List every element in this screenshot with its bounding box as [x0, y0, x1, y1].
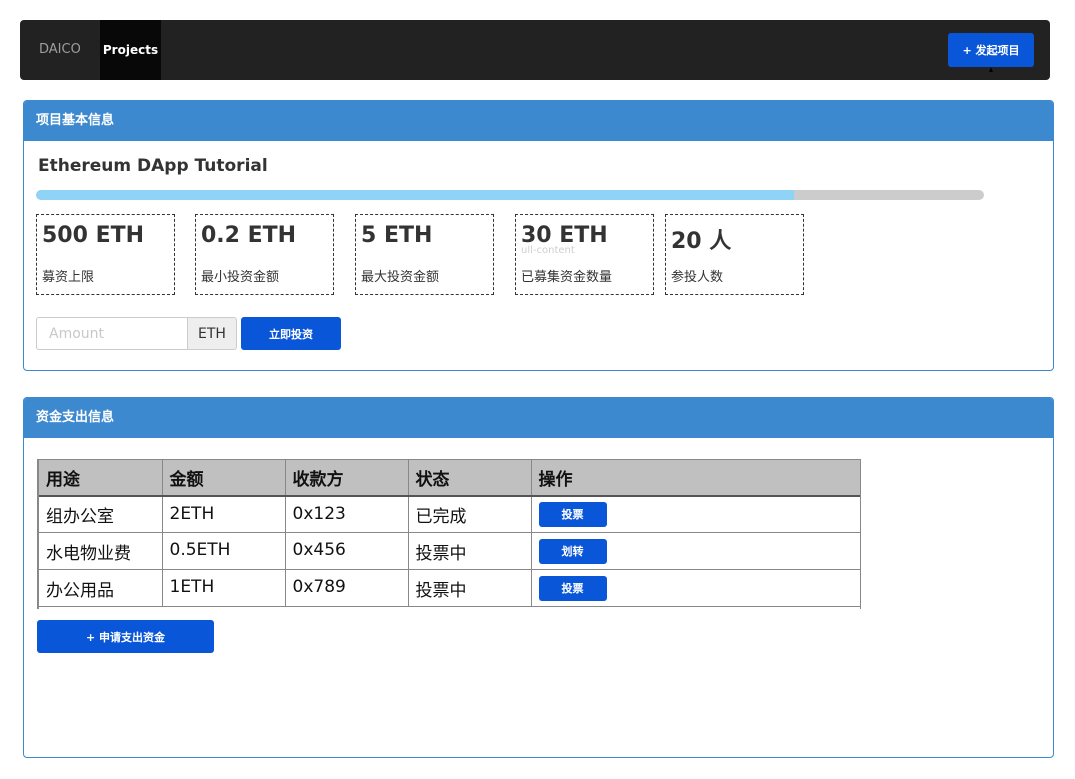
invest-now-button[interactable]: 立即投资 [241, 317, 341, 350]
amount-input[interactable] [36, 317, 187, 350]
cell-status: 投票中 [408, 532, 532, 570]
cell-action: 投票 [531, 495, 860, 533]
column-header-action: 操作 [531, 459, 860, 497]
table-header-row: 用途 金额 收款方 状态 操作 [39, 459, 860, 497]
project-info-heading: 项目基本信息 [24, 101, 1053, 141]
spending-table-wrapper: 用途 金额 收款方 状态 操作 组办公室 2ETH 0x123 已完成 投票 水… [37, 459, 861, 609]
vote-button[interactable]: 投票 [538, 575, 607, 601]
column-header-purpose: 用途 [39, 459, 163, 497]
cell-purpose: 组办公室 [39, 495, 163, 533]
vote-button[interactable]: 投票 [538, 501, 607, 527]
stat-min-investment: 0.2 ETH 最小投资金额 [195, 214, 334, 295]
table-row: 办公用品 1ETH 0x789 投票中 投票 [39, 569, 860, 607]
spending-table: 用途 金额 收款方 状态 操作 组办公室 2ETH 0x123 已完成 投票 水… [39, 459, 860, 607]
column-header-amount: 金额 [162, 459, 286, 497]
cell-status: 投票中 [408, 569, 532, 607]
amount-unit-addon: ETH [187, 317, 237, 350]
brand-link[interactable]: DAICO [39, 42, 81, 57]
table-row: 水电物业费 0.5ETH 0x456 投票中 划转 [39, 532, 860, 570]
cell-amount: 1ETH [162, 569, 286, 607]
table-row: 组办公室 2ETH 0x123 已完成 投票 [39, 495, 860, 533]
stat-label: 最小投资金额 [201, 270, 280, 285]
apply-spending-button[interactable]: + 申请支出资金 [37, 620, 214, 653]
stat-raised-amount: 30 ETH ull-content 已募集资金数量 [515, 214, 654, 295]
cell-amount: 2ETH [162, 495, 286, 533]
column-header-payee: 收款方 [285, 459, 409, 497]
cell-action: 划转 [531, 532, 860, 570]
cell-purpose: 办公用品 [39, 569, 163, 607]
spending-info-heading: 资金支出信息 [24, 398, 1053, 438]
transfer-button[interactable]: 划转 [538, 538, 607, 564]
stat-label: 参投人数 [671, 270, 724, 285]
stat-investor-count: 20 人 参投人数 [665, 214, 804, 295]
stat-max-investment: 5 ETH 最大投资金额 [355, 214, 494, 295]
cell-payee: 0x456 [285, 532, 409, 570]
create-project-button[interactable]: + 发起项目 [948, 33, 1034, 67]
spending-info-panel: 资金支出信息 用途 金额 收款方 状态 操作 组办公室 2ETH 0x123 已… [23, 397, 1054, 758]
stat-label: 募资上限 [42, 270, 95, 285]
cell-status: 已完成 [408, 495, 532, 533]
cursor-caret-icon [989, 67, 993, 72]
stat-value: 0.2 ETH [201, 223, 297, 248]
stat-label: 已募集资金数量 [521, 270, 613, 285]
project-title: Ethereum DApp Tutorial [38, 156, 268, 176]
funding-progress-bar [36, 190, 984, 200]
top-navbar: DAICO Projects + 发起项目 [20, 20, 1050, 80]
cell-amount: 0.5ETH [162, 532, 286, 570]
cell-action: 投票 [531, 569, 860, 607]
cell-payee: 0x123 [285, 495, 409, 533]
cell-payee: 0x789 [285, 569, 409, 607]
ghost-text: ull-content [521, 245, 575, 256]
nav-item-projects[interactable]: Projects [100, 20, 161, 80]
funding-progress-fill [36, 190, 795, 200]
stat-value: 20 人 [671, 229, 732, 254]
stat-value: 5 ETH [361, 223, 433, 248]
stat-label: 最大投资金额 [361, 270, 440, 285]
cell-purpose: 水电物业费 [39, 532, 163, 570]
stat-funding-cap: 500 ETH 募资上限 [36, 214, 175, 295]
column-header-status: 状态 [408, 459, 532, 497]
project-info-panel: 项目基本信息 Ethereum DApp Tutorial 500 ETH 募资… [23, 100, 1054, 371]
stat-value: 500 ETH [42, 223, 145, 248]
